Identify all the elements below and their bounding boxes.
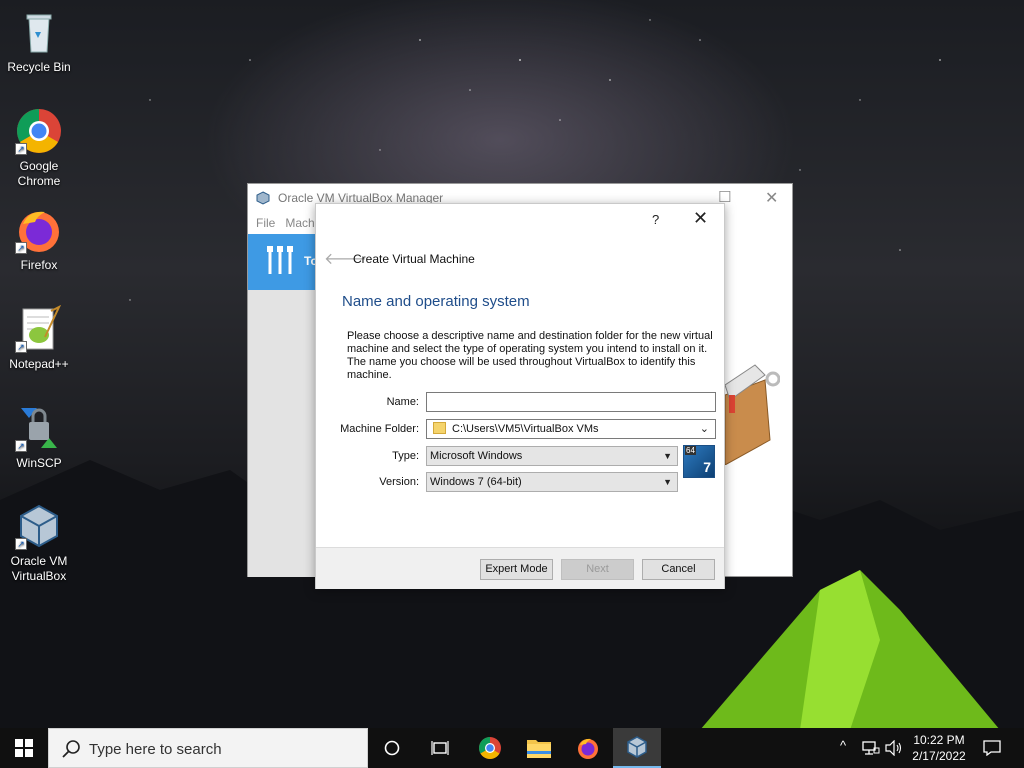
menu-file[interactable]: File	[256, 216, 275, 230]
os-badge-7: 7	[703, 459, 711, 475]
name-label: Name:	[386, 396, 419, 408]
virtualbox-logo-icon	[256, 191, 270, 205]
type-value: Microsoft Windows	[430, 450, 523, 462]
recycle-bin-icon	[15, 8, 63, 56]
version-value: Windows 7 (64-bit)	[430, 476, 522, 488]
taskbar-virtualbox[interactable]	[613, 728, 661, 768]
dialog-title: Create Virtual Machine	[353, 252, 475, 266]
volume-icon[interactable]	[885, 740, 903, 756]
folder-icon	[433, 422, 446, 434]
chrome-icon	[479, 737, 501, 759]
version-select[interactable]: Windows 7 (64-bit) ▼	[426, 472, 678, 492]
page-heading: Name and operating system	[342, 293, 530, 310]
name-input[interactable]	[426, 392, 716, 412]
windows-logo-icon	[15, 739, 33, 757]
chrome-icon: ↗	[15, 107, 63, 155]
firefox-icon	[578, 738, 598, 759]
taskbar-search-box[interactable]: Type here to search	[48, 728, 368, 768]
taskbar-chrome[interactable]	[466, 728, 514, 768]
desktop-icon-label: Notepad++	[9, 357, 69, 371]
desktop-icon-label: Oracle VM VirtualBox	[10, 554, 68, 583]
menu-machine[interactable]: Mach	[285, 216, 314, 230]
search-icon	[62, 740, 80, 758]
machine-folder-value: C:\Users\VM5\VirtualBox VMs	[452, 423, 599, 435]
shortcut-arrow-icon: ↗	[15, 242, 27, 254]
dialog-close-icon[interactable]: ✕	[693, 208, 708, 229]
os-badge-64: 64	[685, 446, 696, 455]
folder-icon	[527, 740, 551, 758]
tools-item[interactable]: To	[248, 234, 318, 290]
virtualbox-icon	[627, 736, 647, 758]
desktop-icon-label: Firefox	[20, 258, 58, 272]
firefox-icon: ↗	[15, 206, 63, 254]
shortcut-arrow-icon: ↗	[15, 143, 27, 155]
show-hidden-icons-chevron-icon[interactable]: ^	[840, 738, 846, 768]
desktop-icon-label: Recycle Bin	[7, 60, 71, 74]
virtualbox-icon: ↗	[15, 502, 63, 550]
dropdown-arrow-icon: ▼	[663, 451, 672, 461]
cortana-circle-icon	[384, 740, 400, 756]
desktop-icon-google-chrome[interactable]: ↗ Google Chrome	[1, 107, 77, 189]
create-vm-dialog[interactable]: ? ✕ 🡐 Create Virtual Machine Name and op…	[315, 203, 725, 589]
action-center-icon[interactable]	[983, 740, 1001, 756]
taskbar-file-explorer[interactable]	[515, 728, 563, 768]
page-description: Please choose a descriptive name and des…	[347, 330, 713, 381]
desktop-icon-notepad-plus-plus[interactable]: ↗ Notepad++	[1, 304, 77, 372]
close-icon[interactable]: ✕	[765, 188, 778, 208]
shortcut-arrow-icon: ↗	[15, 538, 27, 550]
next-button[interactable]: Next	[561, 559, 634, 580]
taskbar-firefox[interactable]	[564, 728, 612, 768]
clock-time: 10:22 PM	[913, 733, 965, 747]
help-button[interactable]: ?	[652, 212, 659, 227]
machine-folder-select[interactable]: C:\Users\VM5\VirtualBox VMs ⌄	[426, 419, 716, 439]
search-placeholder: Type here to search	[89, 741, 222, 758]
desktop-icon-label: Google Chrome	[17, 159, 61, 188]
chevron-down-icon: ⌄	[699, 423, 709, 435]
dialog-footer: Expert Mode Next Cancel	[316, 547, 724, 589]
notepad-plus-plus-icon: ↗	[15, 304, 63, 353]
tools-icon	[267, 246, 293, 274]
version-label: Version:	[379, 476, 419, 488]
desktop-icon-recycle-bin[interactable]: Recycle Bin	[1, 8, 77, 75]
network-icon[interactable]	[862, 740, 880, 756]
dropdown-arrow-icon: ▼	[663, 477, 672, 487]
os-type-icon: 64 7	[683, 445, 715, 478]
taskbar: Type here to search ^ 10:22 PM 2/17/2022	[0, 728, 1024, 768]
cancel-button[interactable]: Cancel	[642, 559, 715, 580]
desktop-icon-oracle-vm-virtualbox[interactable]: ↗ Oracle VM VirtualBox	[1, 502, 77, 584]
shortcut-arrow-icon: ↗	[15, 341, 27, 353]
task-view-icon	[431, 741, 449, 755]
expert-mode-button[interactable]: Expert Mode	[480, 559, 553, 580]
type-label: Type:	[392, 450, 419, 462]
type-select[interactable]: Microsoft Windows ▼	[426, 446, 678, 466]
cortana-button[interactable]	[368, 728, 416, 768]
desktop-icon-label: WinSCP	[16, 456, 62, 470]
machine-folder-label: Machine Folder:	[340, 423, 419, 435]
system-clock[interactable]: 10:22 PM 2/17/2022	[902, 732, 976, 764]
desktop-icon-winscp[interactable]: ↗ WinSCP	[1, 404, 77, 471]
start-button[interactable]	[0, 728, 48, 768]
task-view-button[interactable]	[416, 728, 464, 768]
winscp-icon: ↗	[15, 404, 63, 452]
desktop-icon-firefox[interactable]: ↗ Firefox	[1, 206, 77, 273]
shortcut-arrow-icon: ↗	[15, 440, 27, 452]
clock-date: 2/17/2022	[912, 749, 966, 763]
toolbox-illustration-icon	[725, 364, 780, 465]
